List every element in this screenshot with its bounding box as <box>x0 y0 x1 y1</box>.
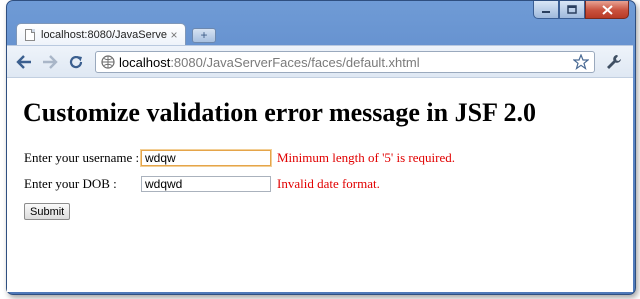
maximize-button[interactable] <box>559 1 585 19</box>
dob-input[interactable] <box>141 176 271 192</box>
maximize-icon <box>567 5 577 14</box>
new-tab-button[interactable]: + <box>192 28 216 43</box>
close-icon <box>601 4 613 15</box>
forward-button[interactable] <box>41 53 59 71</box>
bookmark-star-icon[interactable] <box>573 54 589 70</box>
username-error-message: Minimum length of '5' is required. <box>277 150 455 165</box>
minimize-icon <box>542 10 550 13</box>
url-host: localhost <box>119 54 171 70</box>
window-controls <box>533 1 629 21</box>
username-input[interactable] <box>141 150 271 166</box>
back-arrow-icon <box>16 55 31 69</box>
tab-close-icon[interactable]: × <box>167 28 181 42</box>
page-title: Customize validation error message in JS… <box>23 98 536 127</box>
page-content: Customize validation error message in JS… <box>7 77 633 292</box>
url-path: :8080/JavaServerFaces/faces/default.xhtm… <box>170 54 420 70</box>
wrench-icon[interactable] <box>605 53 623 71</box>
close-button[interactable] <box>585 1 629 19</box>
dob-error-message: Invalid date format. <box>277 176 380 191</box>
browser-toolbar: localhost:8080/JavaServerFaces/faces/def… <box>7 45 633 77</box>
page-globe-icon <box>101 55 115 69</box>
page-icon <box>25 28 35 41</box>
dob-row: Enter your DOB : Invalid date format. <box>24 176 380 192</box>
address-bar[interactable]: localhost:8080/JavaServerFaces/faces/def… <box>95 51 595 73</box>
back-button[interactable] <box>15 53 33 71</box>
reload-icon <box>69 55 83 69</box>
reload-button[interactable] <box>67 53 85 71</box>
forward-arrow-icon <box>43 55 58 69</box>
minimize-button[interactable] <box>533 1 559 19</box>
dob-label: Enter your DOB : <box>24 176 117 191</box>
submit-button[interactable]: Submit <box>24 203 71 220</box>
username-label: Enter your username : <box>24 150 140 165</box>
tab-title: localhost:8080/JavaServer... <box>41 28 167 41</box>
tab-default-xhtml[interactable]: localhost:8080/JavaServer... × <box>16 23 186 45</box>
username-row: Enter your username : Minimum length of … <box>24 150 455 166</box>
